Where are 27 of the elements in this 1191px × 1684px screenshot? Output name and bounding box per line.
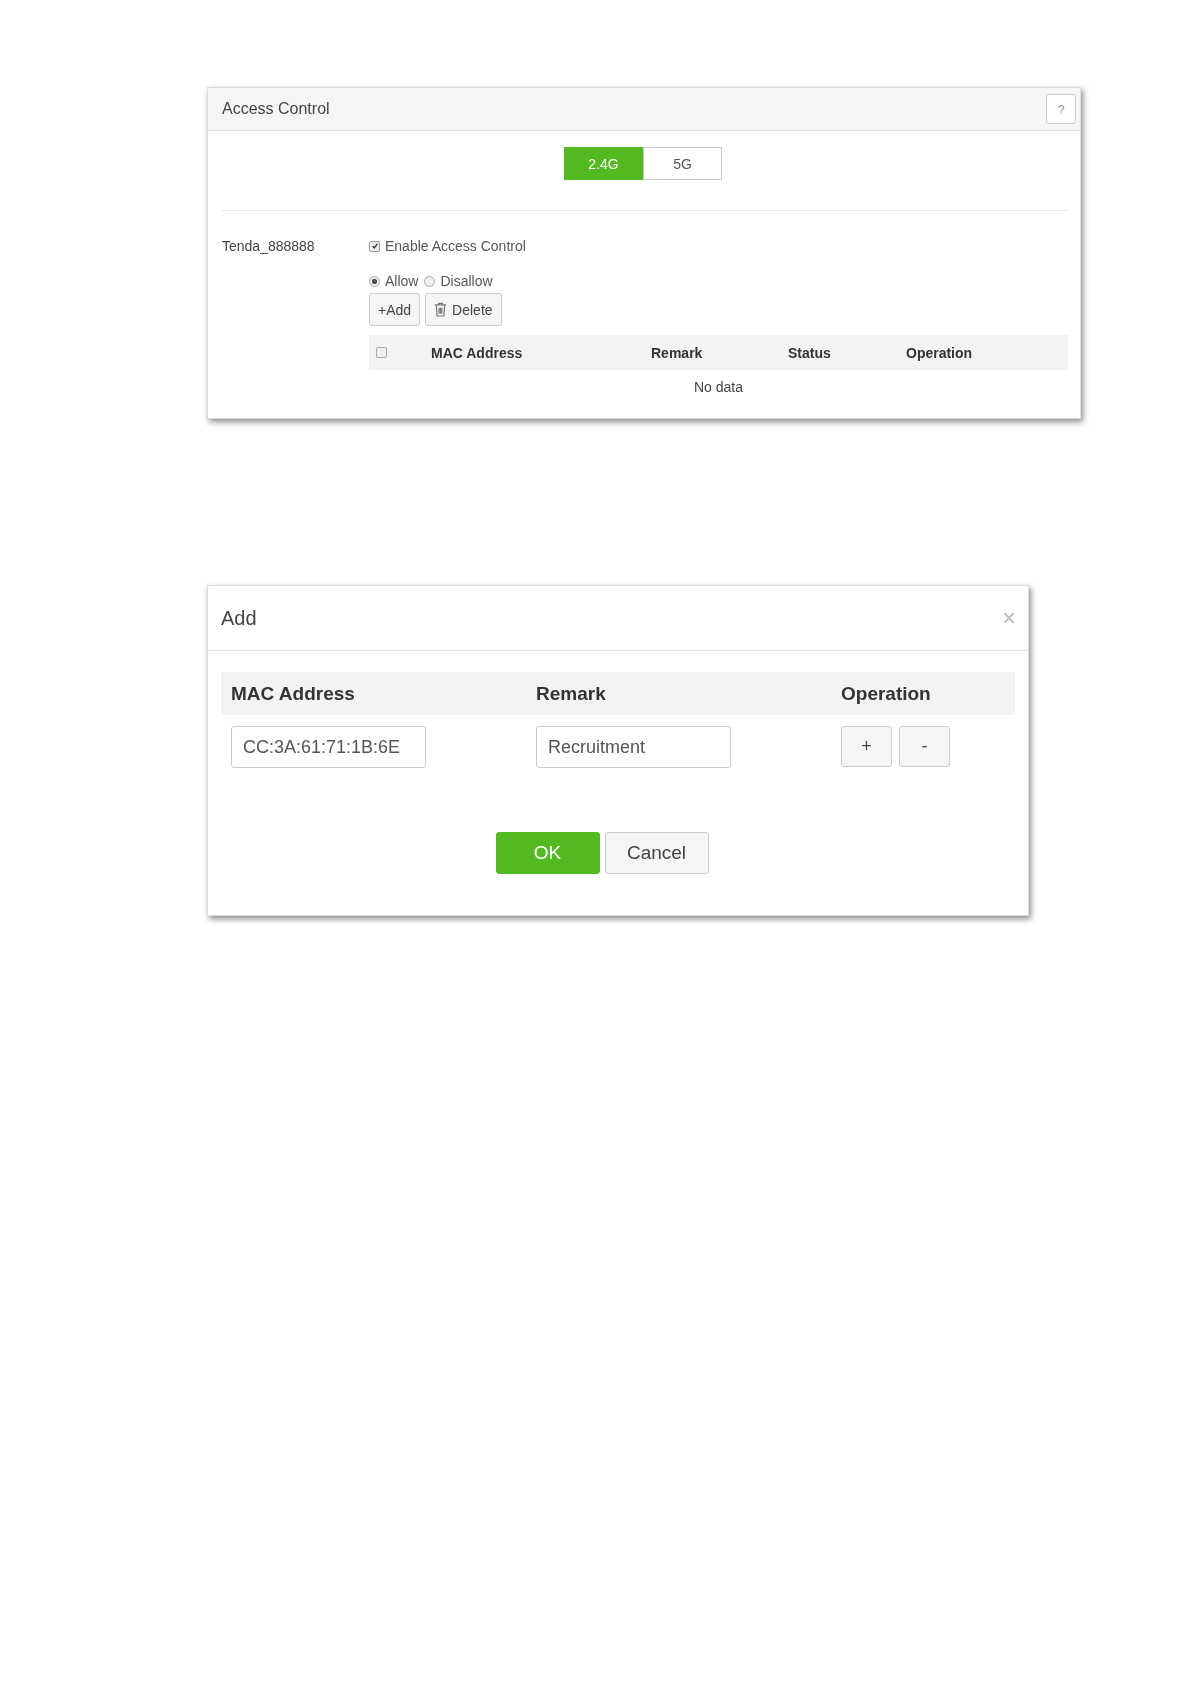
trash-icon: [434, 302, 448, 317]
column-header: Remark: [536, 682, 607, 705]
delete-button[interactable]: Delete: [425, 293, 502, 326]
enable-checkbox[interactable]: [369, 240, 380, 252]
row-action-button[interactable]: -: [899, 726, 950, 767]
column-header: MAC Address: [231, 682, 356, 705]
column-header: Status: [788, 344, 832, 361]
enable-label: Enable Access Control: [385, 238, 526, 254]
row-action-button[interactable]: +: [841, 726, 892, 767]
empty-message: No data: [693, 379, 743, 395]
dialog-title: Add: [221, 606, 257, 630]
add-button[interactable]: +Add: [369, 293, 421, 326]
mac-address-field[interactable]: CC:3A:61:71:1B:6E: [231, 726, 426, 768]
column-header: MAC Address: [431, 344, 524, 361]
panel-title: Access Control: [222, 100, 330, 118]
mode-radio[interactable]: [369, 275, 380, 287]
column-header: Operation: [841, 682, 932, 705]
band-tab[interactable]: 5G: [643, 147, 722, 180]
column-header: Operation: [906, 344, 974, 361]
dialog-button[interactable]: Cancel: [604, 832, 709, 874]
mode-label: Allow: [385, 273, 419, 289]
mode-label: Disallow: [440, 273, 493, 289]
ssid-label: Tenda_888888: [222, 237, 316, 256]
select-all-checkbox[interactable]: [376, 347, 387, 358]
column-header: Remark: [651, 344, 704, 361]
remark-field[interactable]: Recruitment: [536, 726, 731, 768]
mode-radio[interactable]: [424, 275, 436, 287]
